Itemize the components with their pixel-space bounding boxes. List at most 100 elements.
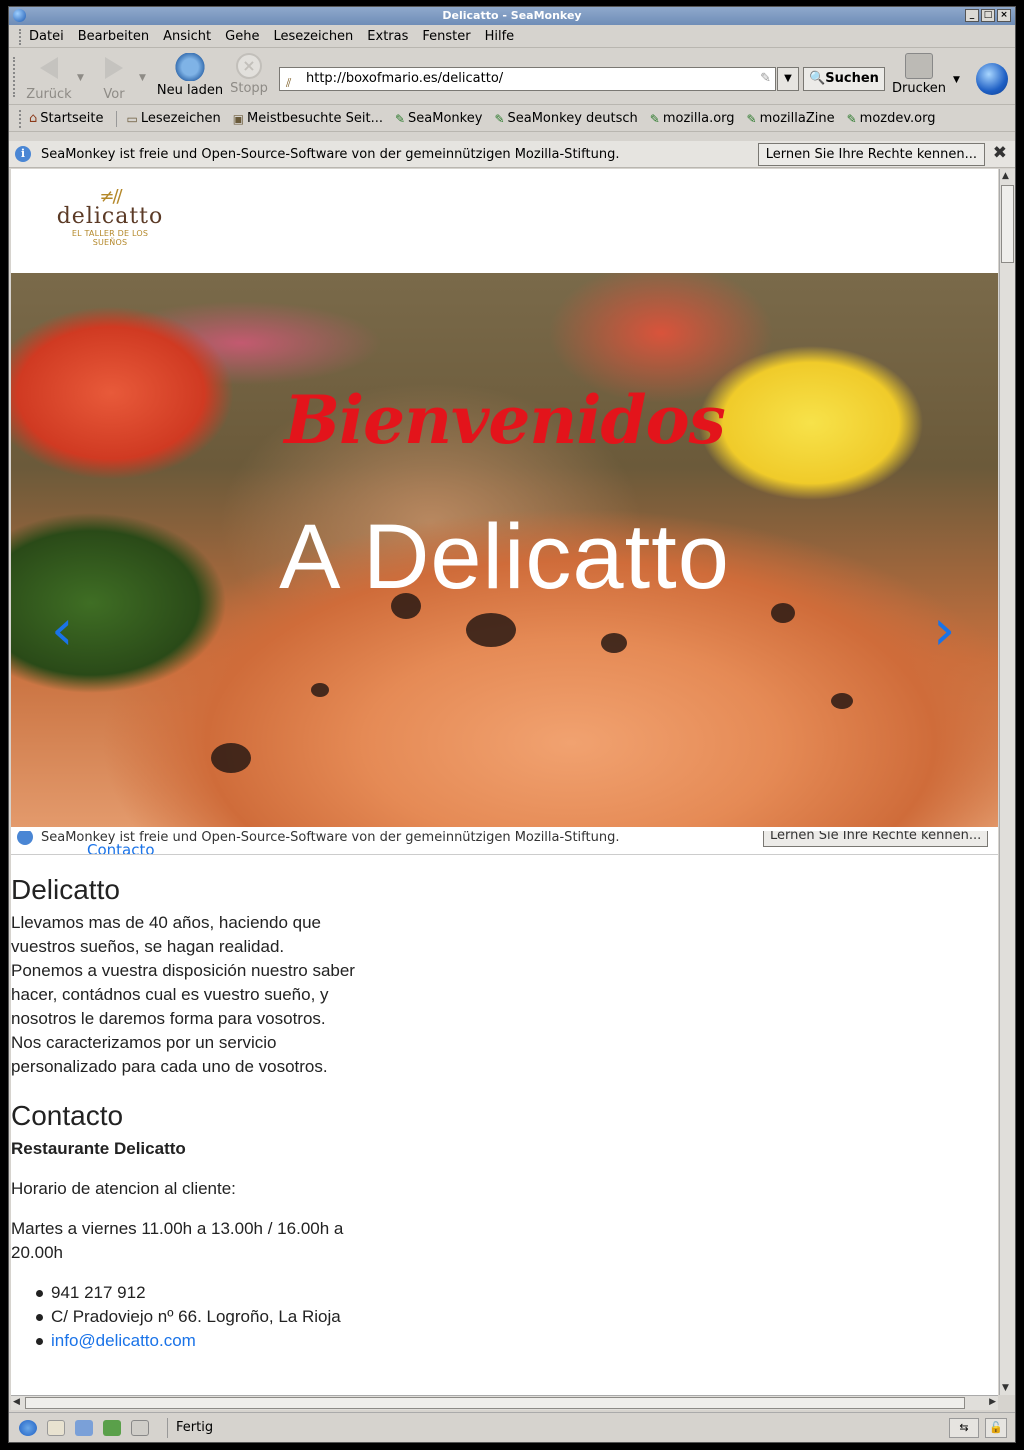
toolbar-grip[interactable] xyxy=(19,109,23,128)
stop-button[interactable]: × Stopp xyxy=(227,53,271,96)
contact-email-link[interactable]: info@delicatto.com xyxy=(51,1331,196,1350)
contact-list: 941 217 912 C/ Pradoviejo nº 66. Logroño… xyxy=(11,1281,371,1353)
page-viewport[interactable]: ≠// delicatto EL TALLER DE LOS SUEÑOS Bi… xyxy=(11,169,998,1395)
about-paragraph: Ponemos a vuestra disposición nuestro sa… xyxy=(11,961,355,1028)
contact-email-item: info@delicatto.com xyxy=(31,1329,371,1353)
bookmark-icon: ✎ xyxy=(494,111,505,126)
bookmark-icon: ✎ xyxy=(649,111,660,126)
window-title: Delicatto - SeaMonkey xyxy=(442,9,582,22)
print-dropdown-icon[interactable]: ▼ xyxy=(953,75,960,85)
composer-icon[interactable] xyxy=(75,1419,93,1436)
menu-datei[interactable]: Datei xyxy=(29,29,64,44)
bookmark-link[interactable]: ✎ mozdev.org xyxy=(847,111,936,126)
site-favicon: ⫽ xyxy=(286,76,292,90)
url-bar[interactable]: ⫽ http://boxofmario.es/delicatto/ ✎ xyxy=(279,67,776,91)
folder-icon: ▭ xyxy=(126,111,138,126)
bookmark-folder-meistbesuchte[interactable]: ▣ Meistbesuchte Seit... xyxy=(233,111,383,126)
security-lock-icon[interactable]: 🔓 xyxy=(985,1417,1007,1438)
back-label: Zurück xyxy=(26,87,72,102)
status-bar: Fertig ⇆ 🔓 xyxy=(9,1412,1015,1442)
navigator-icon[interactable] xyxy=(19,1419,37,1436)
back-button[interactable]: Zurück xyxy=(23,53,75,102)
carousel-prev-icon[interactable]: ‹ xyxy=(51,603,77,659)
vertical-scrollbar[interactable]: ▲ ▼ xyxy=(999,169,1015,1395)
scroll-down-icon[interactable]: ▼ xyxy=(1002,1383,1009,1393)
bookmark-link[interactable]: ✎ SeaMonkey deutsch xyxy=(494,111,637,126)
bookmark-icon: ✎ xyxy=(846,111,857,126)
forward-button[interactable]: Vor xyxy=(89,53,139,102)
scroll-left-icon[interactable]: ◀ xyxy=(13,1397,20,1407)
contact-address: C/ Pradoviejo nº 66. Logroño, La Rioja xyxy=(31,1305,371,1329)
bookmark-folder-lesezeichen[interactable]: ▭ Lesezeichen xyxy=(127,111,221,126)
page-content: Delicatto Llevamos mas de 40 años, hacie… xyxy=(11,873,371,1353)
scroll-thumb[interactable] xyxy=(1001,185,1014,263)
mail-icon[interactable] xyxy=(47,1419,65,1436)
carousel-next-icon[interactable]: › xyxy=(933,603,959,659)
scroll-right-icon[interactable]: ▶ xyxy=(989,1397,996,1407)
menu-lesezeichen[interactable]: Lesezeichen xyxy=(273,29,353,44)
menu-gehe[interactable]: Gehe xyxy=(225,29,259,44)
image-detail xyxy=(466,613,516,647)
site-logo[interactable]: ≠// delicatto EL TALLER DE LOS SUEÑOS xyxy=(55,188,165,248)
search-button[interactable]: 🔍Suchen xyxy=(803,67,885,91)
back-dropdown-icon[interactable]: ▼ xyxy=(77,73,84,83)
bookmark-link[interactable]: ✎ mozilla.org xyxy=(650,111,735,126)
about-paragraph: Nos caracterizamos por un servicio perso… xyxy=(11,1033,328,1076)
seamonkey-throbber-icon[interactable] xyxy=(976,63,1008,95)
menu-bearbeiten[interactable]: Bearbeiten xyxy=(78,29,149,44)
bookmark-link-label: mozdev.org xyxy=(859,111,936,126)
minimize-button[interactable]: _ xyxy=(965,9,979,22)
about-paragraph: Llevamos mas de 40 años, haciendo que vu… xyxy=(11,913,321,956)
forward-dropdown-icon[interactable]: ▼ xyxy=(139,73,146,83)
scroll-thumb[interactable] xyxy=(25,1397,965,1409)
toolbar-grip[interactable] xyxy=(13,57,17,97)
horizontal-scrollbar[interactable]: ◀ ▶ xyxy=(11,1395,998,1410)
close-window-button[interactable]: × xyxy=(997,9,1011,22)
bookmark-link[interactable]: ✎ SeaMonkey xyxy=(395,111,482,126)
menu-ansicht[interactable]: Ansicht xyxy=(163,29,211,44)
url-text[interactable]: http://boxofmario.es/delicatto/ xyxy=(306,71,503,86)
bookmark-link-label: SeaMonkey xyxy=(408,111,483,126)
hours-label: Horario de atencion al cliente: xyxy=(11,1179,236,1198)
learn-rights-button[interactable]: Lernen Sie Ihre Rechte kennen... xyxy=(757,143,985,166)
printer-icon xyxy=(905,53,933,79)
notification-bar: i SeaMonkey ist freie und Open-Source-So… xyxy=(9,141,1015,168)
reload-label: Neu laden xyxy=(156,83,224,98)
close-notification-icon[interactable]: ✖ xyxy=(993,143,1007,163)
logo-tagline: EL TALLER DE LOS SUEÑOS xyxy=(71,229,149,247)
bookmark-home[interactable]: ⌂ Startseite xyxy=(29,111,104,126)
address-book-icon[interactable] xyxy=(131,1419,149,1436)
bookmark-home-label: Startseite xyxy=(40,111,104,126)
bookmark-link[interactable]: ✎ mozillaZine xyxy=(747,111,835,126)
info-icon: i xyxy=(15,146,31,162)
artifact-link[interactable]: Contacto xyxy=(87,841,155,854)
notification-text: SeaMonkey ist freie und Open-Source-Soft… xyxy=(41,146,620,162)
menu-hilfe[interactable]: Hilfe xyxy=(485,29,515,44)
menu-fenster[interactable]: Fenster xyxy=(422,29,470,44)
separator xyxy=(115,110,117,127)
image-detail xyxy=(311,683,329,697)
menu-extras[interactable]: Extras xyxy=(367,29,408,44)
info-icon xyxy=(17,831,33,845)
folder-icon: ▣ xyxy=(232,111,245,126)
chat-icon[interactable] xyxy=(103,1419,121,1436)
seamonkey-icon xyxy=(13,9,26,22)
online-status-icon[interactable]: ⇆ xyxy=(949,1417,979,1438)
browser-window: Delicatto - SeaMonkey _ □ × Datei Bearbe… xyxy=(8,6,1016,1443)
bookmark-link-label: mozilla.org xyxy=(662,111,735,126)
toolbar-grip[interactable] xyxy=(19,28,23,45)
print-button[interactable]: Drucken xyxy=(891,53,947,96)
print-label: Drucken xyxy=(891,81,947,96)
maximize-button[interactable]: □ xyxy=(981,9,995,22)
search-label: Suchen xyxy=(825,71,879,86)
edit-url-icon[interactable]: ✎ xyxy=(760,68,771,90)
bookmark-folder-label: Meistbesuchte Seit... xyxy=(247,111,383,126)
url-dropdown-icon[interactable]: ▼ xyxy=(777,67,799,91)
reload-button[interactable]: Neu laden xyxy=(155,53,225,98)
bookmark-icon: ✎ xyxy=(746,111,757,126)
menu-bar: Datei Bearbeiten Ansicht Gehe Lesezeiche… xyxy=(9,26,1015,48)
scroll-up-icon[interactable]: ▲ xyxy=(1002,171,1009,181)
site-header: ≠// delicatto EL TALLER DE LOS SUEÑOS xyxy=(11,169,998,273)
stop-label: Stopp xyxy=(230,81,268,96)
status-text: Fertig xyxy=(167,1417,949,1438)
